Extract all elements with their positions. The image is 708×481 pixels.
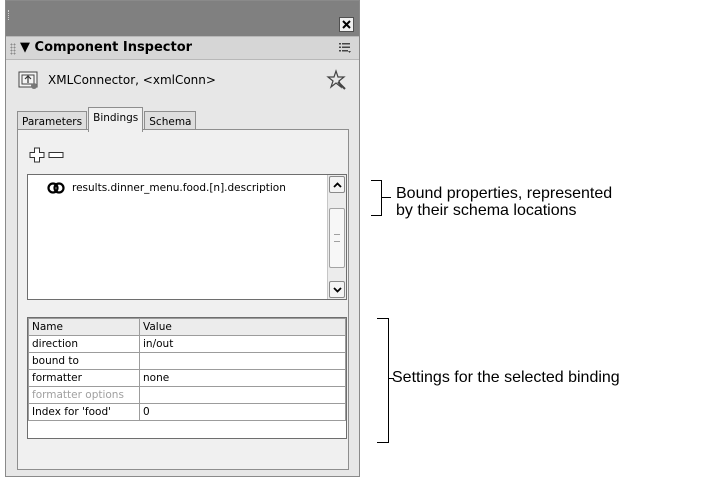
setting-value[interactable]: none <box>139 369 346 387</box>
collapse-arrow-icon: ▼ <box>20 40 30 55</box>
bracket-bottom <box>371 215 382 216</box>
setting-name: Index for 'food' <box>28 403 140 421</box>
add-binding-button[interactable] <box>29 147 45 163</box>
bindings-scrollbar[interactable] <box>327 175 346 299</box>
bracket-pointer <box>381 197 391 198</box>
settings-table: Name Value direction in/out bound to for… <box>28 318 346 421</box>
component-name: XMLConnector, <xmlConn> <box>48 73 216 87</box>
setting-value[interactable]: in/out <box>139 335 346 353</box>
column-header-name: Name <box>28 318 140 336</box>
panel-menu-icon[interactable] <box>338 42 352 54</box>
binding-item[interactable]: results.dinner_menu.food.[n].description <box>46 182 286 194</box>
bindings-list[interactable]: results.dinner_menu.food.[n].description <box>27 174 347 300</box>
xml-connector-icon <box>18 71 38 89</box>
close-icon <box>342 20 351 29</box>
table-row[interactable]: bound to <box>28 352 346 370</box>
thumb-grip <box>334 234 340 242</box>
column-header-value: Value <box>139 318 346 336</box>
scroll-up-icon <box>332 181 342 188</box>
settings-bracket-bottom <box>377 442 389 443</box>
annotation-settings-text: Settings for the selected binding <box>392 369 620 386</box>
tab-parameters[interactable]: Parameters <box>17 111 88 131</box>
component-info: XMLConnector, <xmlConn> <box>18 69 347 93</box>
panel-title[interactable]: ▼ Component Inspector <box>20 40 192 55</box>
scroll-up-button[interactable] <box>329 176 345 193</box>
table-row[interactable]: direction in/out <box>28 335 346 353</box>
settings-bracket-vertical <box>388 318 389 443</box>
table-row: formatter options <box>28 386 346 404</box>
panel-title-text: Component Inspector <box>34 40 193 55</box>
tab-bar: Parameters Bindings Schema <box>17 107 197 132</box>
component-inspector-panel: ▼ Component Inspector XMLConnector, <xml… <box>5 0 360 477</box>
titlebar-grip[interactable] <box>8 10 13 20</box>
wizard-icon[interactable] <box>325 69 347 91</box>
panel-titlebar <box>6 1 359 36</box>
setting-name: formatter options <box>28 386 140 404</box>
setting-name: bound to <box>28 352 140 370</box>
binding-settings-grid: Name Value direction in/out bound to for… <box>27 317 347 439</box>
add-icon <box>29 147 45 163</box>
tab-bindings[interactable]: Bindings <box>88 107 144 132</box>
remove-icon <box>48 152 64 158</box>
table-row[interactable]: Index for 'food' 0 <box>28 403 346 421</box>
annotation-line: Bound properties, represented <box>396 185 613 202</box>
scroll-down-button[interactable] <box>329 281 345 298</box>
scroll-down-icon <box>332 286 342 293</box>
table-row[interactable]: formatter none <box>28 369 346 387</box>
binding-label: results.dinner_menu.food.[n].description <box>72 182 286 194</box>
setting-value <box>139 386 346 404</box>
annotation-line: by their schema locations <box>396 202 577 219</box>
scroll-thumb[interactable] <box>329 208 345 268</box>
annotation-bound-properties: Bound properties, represented by their s… <box>396 185 612 219</box>
setting-name: direction <box>28 335 140 353</box>
panel-grip[interactable] <box>10 43 16 55</box>
panel-header[interactable]: ▼ Component Inspector <box>6 36 359 60</box>
close-button[interactable] <box>339 17 354 32</box>
setting-value[interactable]: 0 <box>139 403 346 421</box>
annotation-settings: Settings for the selected binding <box>392 369 620 386</box>
tab-schema[interactable]: Schema <box>144 111 197 131</box>
remove-binding-button[interactable] <box>48 147 64 163</box>
binding-icon <box>47 182 65 194</box>
bracket-vertical <box>381 180 382 216</box>
setting-name: formatter <box>28 369 140 387</box>
settings-header-row: Name Value <box>28 318 346 336</box>
bindings-tab-content: results.dinner_menu.food.[n].description <box>17 129 349 470</box>
setting-value[interactable] <box>139 352 346 370</box>
settings-bracket-pointer <box>388 378 394 379</box>
